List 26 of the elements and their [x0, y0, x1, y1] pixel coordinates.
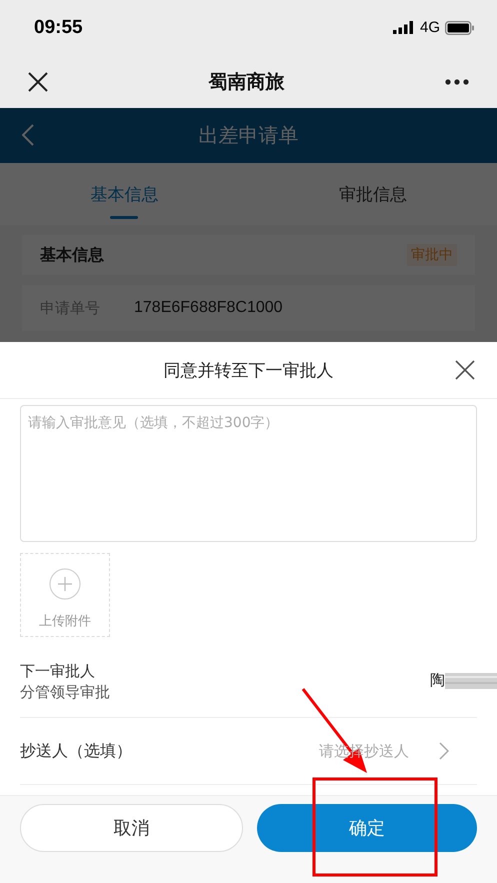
status-badge: 审批中 — [407, 244, 457, 266]
approver-name: 陶 — [430, 671, 445, 690]
signal-icon — [392, 21, 415, 34]
app-title: 蜀南商旅 — [208, 70, 284, 94]
page-title: 出差申请单 — [198, 122, 298, 149]
redaction-blur — [445, 672, 497, 688]
tab[interactable]: 审批信息 — [248, 163, 497, 225]
field-value: 178E6F688F8C1000 — [134, 299, 283, 317]
plus-icon — [49, 568, 81, 600]
approver-label: 下一审批人 — [20, 661, 96, 682]
confirm-button[interactable]: 确定 — [256, 804, 477, 852]
close-icon[interactable] — [28, 72, 48, 92]
battery-icon — [445, 20, 475, 34]
card-title: 基本信息 — [40, 244, 104, 266]
upload-button[interactable]: 上传附件 — [20, 553, 110, 637]
back-icon[interactable] — [22, 124, 34, 146]
comment-field[interactable]: 请输入审批意见（选填，不超过300字） — [20, 405, 477, 542]
more-icon[interactable] — [445, 78, 469, 84]
chevron-icon — [439, 742, 449, 760]
approver-role: 分管领导审批 — [20, 682, 110, 703]
network-label: 4G — [420, 19, 440, 36]
tab[interactable]: 基本信息 — [0, 163, 248, 225]
cancel-button[interactable]: 取消 — [20, 804, 242, 852]
sheet-title: 同意并转至下一审批人 — [164, 360, 334, 382]
status-time: 09:55 — [34, 16, 83, 38]
close-icon[interactable] — [455, 360, 475, 380]
